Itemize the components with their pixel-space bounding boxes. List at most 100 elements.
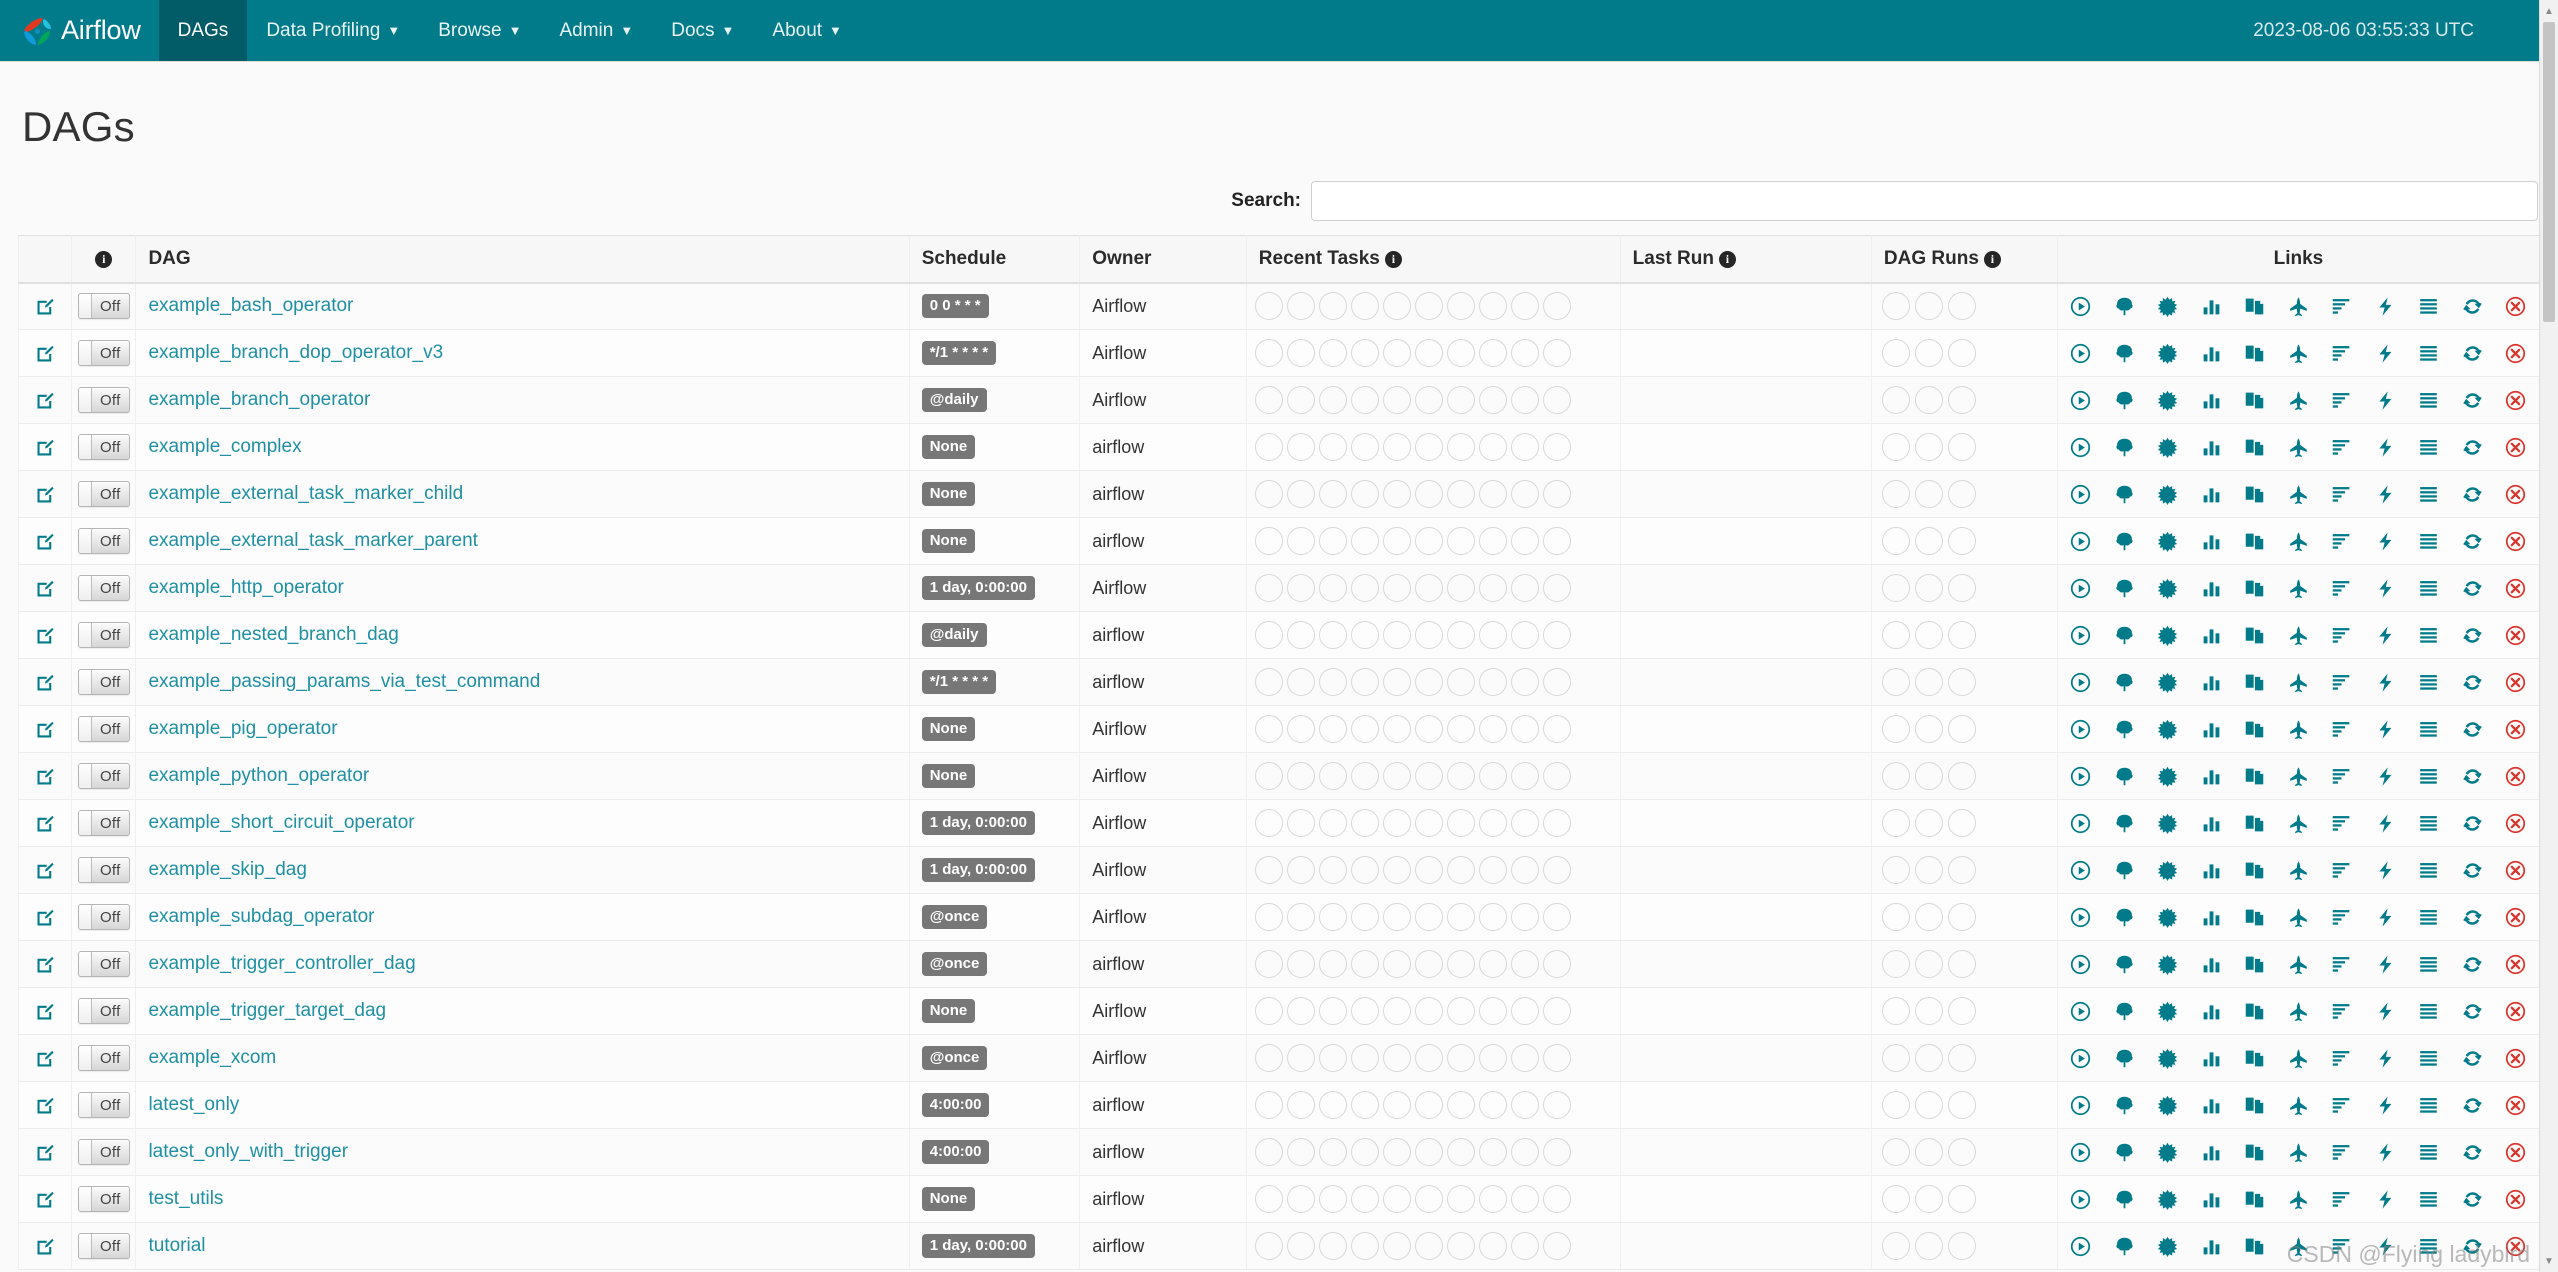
task-state-circle[interactable]: [1446, 574, 1475, 602]
task-state-circle[interactable]: [1446, 480, 1475, 508]
trigger-dag-icon[interactable]: [2070, 718, 2092, 740]
task-state-circle[interactable]: [1510, 527, 1539, 555]
refresh-icon[interactable]: [2461, 718, 2483, 740]
dag-run-state-circle[interactable]: [1947, 668, 1976, 696]
dag-run-state-circle[interactable]: [1881, 1138, 1910, 1166]
task-state-circle[interactable]: [1542, 809, 1571, 837]
dag-pause-toggle[interactable]: Off: [77, 1092, 130, 1118]
task-state-circle[interactable]: [1382, 339, 1411, 367]
task-state-circle[interactable]: [1350, 1091, 1379, 1119]
code-icon[interactable]: [2374, 671, 2396, 693]
task-state-circle[interactable]: [1478, 1138, 1507, 1166]
task-duration-icon[interactable]: [2200, 483, 2222, 505]
task-state-circle[interactable]: [1286, 950, 1315, 978]
landing-times-icon[interactable]: [2287, 1141, 2309, 1163]
task-tries-icon[interactable]: [2244, 436, 2266, 458]
task-state-circle[interactable]: [1478, 903, 1507, 931]
task-state-circle[interactable]: [1478, 950, 1507, 978]
task-state-circle[interactable]: [1382, 1185, 1411, 1213]
landing-times-icon[interactable]: [2287, 436, 2309, 458]
graph-view-icon[interactable]: [2157, 718, 2179, 740]
task-state-circle[interactable]: [1286, 903, 1315, 931]
refresh-icon[interactable]: [2461, 1047, 2483, 1069]
dag-run-state-circle[interactable]: [1947, 1138, 1976, 1166]
trigger-dag-icon[interactable]: [2070, 1188, 2092, 1210]
dag-link[interactable]: example_external_task_marker_parent: [148, 530, 478, 551]
edit-dag-icon[interactable]: [35, 767, 55, 787]
dag-run-state-circle[interactable]: [1947, 856, 1976, 884]
edit-dag-icon[interactable]: [35, 344, 55, 364]
graph-view-icon[interactable]: [2157, 671, 2179, 693]
task-tries-icon[interactable]: [2244, 953, 2266, 975]
dag-run-state-circle[interactable]: [1881, 1232, 1910, 1260]
task-state-circle[interactable]: [1382, 1091, 1411, 1119]
task-state-circle[interactable]: [1318, 903, 1347, 931]
tree-view-icon[interactable]: [2113, 389, 2135, 411]
scroll-down-arrow-icon[interactable]: ▼: [2540, 1252, 2558, 1270]
trigger-dag-icon[interactable]: [2070, 906, 2092, 928]
dag-link[interactable]: example_bash_operator: [148, 295, 353, 316]
dag-run-state-circle[interactable]: [1881, 1044, 1910, 1072]
trigger-dag-icon[interactable]: [2070, 295, 2092, 317]
task-state-circle[interactable]: [1286, 292, 1315, 321]
logs-icon[interactable]: [2418, 1141, 2440, 1163]
task-state-circle[interactable]: [1254, 574, 1283, 602]
dag-pause-toggle[interactable]: Off: [77, 716, 130, 742]
refresh-icon[interactable]: [2461, 1094, 2483, 1116]
dag-run-state-circle[interactable]: [1914, 386, 1943, 414]
task-state-circle[interactable]: [1286, 809, 1315, 837]
task-state-circle[interactable]: [1318, 480, 1347, 508]
task-state-circle[interactable]: [1382, 762, 1411, 790]
task-duration-icon[interactable]: [2200, 906, 2222, 928]
task-state-circle[interactable]: [1414, 950, 1443, 978]
dag-pause-toggle[interactable]: Off: [77, 998, 130, 1024]
gantt-icon[interactable]: [2331, 577, 2353, 599]
trigger-dag-icon[interactable]: [2070, 1235, 2092, 1257]
landing-times-icon[interactable]: [2287, 295, 2309, 317]
task-state-circle[interactable]: [1286, 1091, 1315, 1119]
nav-item-dags[interactable]: DAGs: [158, 0, 248, 61]
dag-run-state-circle[interactable]: [1881, 480, 1910, 508]
graph-view-icon[interactable]: [2157, 1141, 2179, 1163]
task-state-circle[interactable]: [1350, 386, 1379, 414]
gantt-icon[interactable]: [2331, 671, 2353, 693]
scroll-up-arrow-icon[interactable]: ▲: [2540, 2, 2558, 20]
header-schedule[interactable]: Schedule: [908, 235, 1081, 284]
gantt-icon[interactable]: [2331, 953, 2353, 975]
graph-view-icon[interactable]: [2157, 389, 2179, 411]
dag-pause-toggle[interactable]: Off: [77, 481, 130, 507]
task-state-circle[interactable]: [1414, 386, 1443, 414]
task-state-circle[interactable]: [1350, 1044, 1379, 1072]
task-duration-icon[interactable]: [2200, 671, 2222, 693]
task-duration-icon[interactable]: [2200, 1000, 2222, 1022]
nav-item-data-profiling[interactable]: Data Profiling ▼: [247, 0, 419, 61]
delete-dag-icon[interactable]: [2505, 765, 2527, 787]
task-state-circle[interactable]: [1382, 527, 1411, 555]
task-state-circle[interactable]: [1478, 997, 1507, 1025]
dag-run-state-circle[interactable]: [1914, 903, 1943, 931]
task-state-circle[interactable]: [1510, 903, 1539, 931]
task-tries-icon[interactable]: [2244, 342, 2266, 364]
trigger-dag-icon[interactable]: [2070, 577, 2092, 599]
landing-times-icon[interactable]: [2287, 1000, 2309, 1022]
dag-run-state-circle[interactable]: [1914, 1091, 1943, 1119]
landing-times-icon[interactable]: [2287, 530, 2309, 552]
dag-run-state-circle[interactable]: [1947, 1232, 1976, 1260]
trigger-dag-icon[interactable]: [2070, 530, 2092, 552]
task-state-circle[interactable]: [1446, 1232, 1475, 1260]
task-duration-icon[interactable]: [2200, 765, 2222, 787]
code-icon[interactable]: [2374, 1000, 2396, 1022]
tree-view-icon[interactable]: [2113, 1188, 2135, 1210]
task-state-circle[interactable]: [1318, 1044, 1347, 1072]
dag-pause-toggle[interactable]: Off: [77, 528, 130, 554]
task-state-circle[interactable]: [1542, 997, 1571, 1025]
refresh-icon[interactable]: [2461, 765, 2483, 787]
nav-item-docs[interactable]: Docs ▼: [652, 0, 753, 61]
gantt-icon[interactable]: [2331, 389, 2353, 411]
dag-link[interactable]: test_utils: [148, 1188, 223, 1209]
task-state-circle[interactable]: [1382, 809, 1411, 837]
task-state-circle[interactable]: [1542, 480, 1571, 508]
gantt-icon[interactable]: [2331, 1188, 2353, 1210]
landing-times-icon[interactable]: [2287, 624, 2309, 646]
task-state-circle[interactable]: [1414, 903, 1443, 931]
